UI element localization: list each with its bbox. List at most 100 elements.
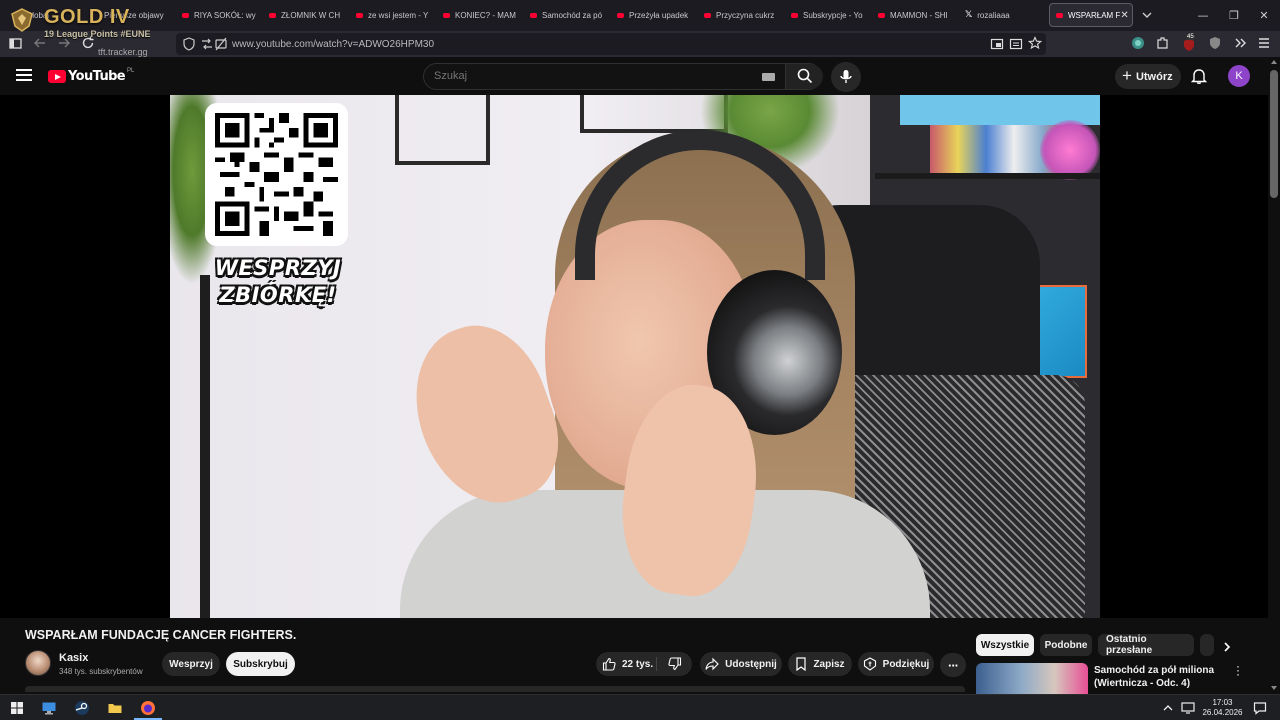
support-button[interactable]: Wesprzyj [162, 652, 220, 676]
channel-avatar[interactable] [25, 650, 51, 676]
tft-rank-overlay: GOLD IV 19 League Points #EUNE tft.track… [6, 2, 176, 60]
youtube-favicon-icon [878, 12, 885, 18]
menu-icon[interactable] [16, 69, 32, 83]
country-code: PL [127, 67, 135, 74]
search-input[interactable] [434, 70, 754, 82]
youtube-favicon-icon [791, 12, 798, 18]
like-button[interactable]: 22 tys. [602, 657, 653, 671]
notifications-bell-icon[interactable] [1190, 67, 1208, 85]
browser-tab[interactable]: Subskrypcje - Yo [785, 3, 869, 27]
permissions-icon[interactable] [200, 37, 214, 51]
this-pc-icon[interactable] [41, 700, 57, 716]
more-actions-icon[interactable]: ··· [940, 653, 966, 677]
share-button[interactable]: Udostępnij [700, 652, 782, 676]
caption-line: WESPRZYJ [214, 256, 342, 280]
close-window-icon[interactable]: ✕ [1256, 7, 1272, 23]
browser-tab[interactable]: 𝕏 rozaliaaa [959, 3, 1043, 27]
notifications-center-icon[interactable] [1252, 700, 1268, 716]
save-button[interactable]: Zapisz [788, 652, 852, 676]
restore-icon[interactable]: ❐ [1226, 7, 1242, 23]
shield-icon[interactable] [182, 37, 196, 51]
ublock-extension-icon[interactable]: 45 [1180, 34, 1198, 51]
minimize-icon[interactable]: — [1195, 7, 1211, 23]
extension-shield-icon[interactable] [1130, 35, 1146, 51]
channel-name[interactable]: Kasix [59, 652, 88, 664]
video-frame[interactable]: WESPRZYJ ZBIÓRKĘ! [170, 95, 1100, 618]
tft-rank-text: GOLD IV [44, 6, 130, 28]
thumbs-up-icon [602, 657, 616, 671]
network-icon[interactable] [1180, 700, 1196, 716]
browser-tab[interactable]: ze wsi jestem - Y [350, 3, 434, 27]
browser-tab[interactable]: ZŁOMNIK W CH [263, 3, 347, 27]
tft-league-points: 19 League Points #EUNE [44, 29, 151, 39]
browser-tab[interactable]: MAMMON - SHI [872, 3, 956, 27]
video-wall-frame [395, 95, 490, 165]
recommendation-menu-icon[interactable]: · · · [1234, 660, 1242, 680]
bookmark-star-icon[interactable] [1028, 36, 1042, 50]
youtube-favicon-icon [530, 12, 537, 18]
chip-recently-uploaded[interactable]: Ostatnio przesłane [1098, 634, 1194, 656]
chevron-right-icon[interactable] [1220, 640, 1234, 654]
recommendation-thumbnail[interactable] [976, 663, 1088, 694]
file-explorer-icon[interactable] [107, 700, 123, 716]
tab-label: Przyczyna cukrz [716, 10, 775, 20]
keyboard-icon[interactable] [762, 73, 775, 81]
close-tab-icon[interactable]: ✕ [1120, 10, 1128, 21]
browser-tab[interactable]: Samochód za pó [524, 3, 608, 27]
thanks-button[interactable]: Podziękuj [858, 652, 934, 676]
browser-tab-strip: Global Pierwsze objawy RIYA SOKÓŁ: wy ZŁ… [0, 0, 1280, 31]
reader-view-icon[interactable] [1009, 37, 1023, 51]
search-button[interactable] [785, 64, 823, 89]
video-lamp [1040, 120, 1100, 180]
tray-chevron-up-icon[interactable] [1160, 700, 1176, 716]
browser-tab[interactable]: Przyczyna cukrz [698, 3, 782, 27]
clock-date: 26.04.2026 [1202, 708, 1243, 717]
scrollbar-thumb[interactable] [1270, 70, 1278, 198]
description-box[interactable] [25, 686, 965, 692]
create-label: Utwórz [1135, 70, 1173, 83]
browser-tab[interactable]: KONIEC? - MAM [437, 3, 521, 27]
tracking-blocked-icon[interactable] [214, 37, 228, 51]
youtube-favicon-icon [704, 12, 711, 18]
subscribe-button[interactable]: Subskrybuj [226, 652, 295, 676]
browser-tab[interactable]: RIYA SOKÓŁ: wy [176, 3, 260, 27]
firefox-icon[interactable] [140, 700, 156, 716]
save-label: Zapisz [813, 658, 845, 670]
gold-rank-emblem-icon [11, 8, 33, 32]
create-button[interactable]: + Utwórz [1115, 64, 1181, 89]
youtube-logo[interactable]: YouTube PL [48, 67, 135, 84]
address-bar[interactable]: www.youtube.com/watch?v=ADWO26HPM30 [176, 33, 1046, 55]
browser-tab-active[interactable]: WSPARŁAM F ✕ [1049, 3, 1133, 27]
tab-label: MAMMON - SHI [890, 10, 948, 20]
voice-search-button[interactable] [831, 62, 861, 92]
share-arrow-icon [705, 657, 719, 671]
chip-related[interactable]: Podobne [1040, 634, 1092, 656]
tab-list-chevron-icon[interactable] [1140, 8, 1154, 22]
extensions-puzzle-icon[interactable] [1155, 35, 1171, 51]
like-dislike-group: 22 tys. [596, 652, 692, 676]
privacy-shield-icon[interactable] [1207, 35, 1223, 51]
picture-in-picture-icon[interactable] [990, 37, 1004, 51]
account-avatar[interactable]: K [1228, 65, 1250, 87]
search-icon [797, 68, 813, 84]
overflow-chevrons-icon[interactable] [1232, 35, 1248, 51]
bookmark-save-icon [796, 657, 807, 671]
tab-label: Przeżyła upadek [629, 10, 689, 20]
qr-code-card [205, 103, 348, 246]
system-clock[interactable]: 17:03 26.04.2026 [1200, 698, 1245, 718]
scroll-up-arrow-icon[interactable] [1271, 60, 1277, 64]
video-title: WSPARŁAM FUNDACJĘ CANCER FIGHTERS. [25, 628, 297, 642]
tab-label: RIYA SOKÓŁ: wy [194, 10, 256, 20]
scroll-down-arrow-icon[interactable] [1271, 686, 1277, 690]
browser-tab[interactable]: Przeżyła upadek [611, 3, 695, 27]
thumbs-down-icon[interactable] [668, 657, 682, 671]
tab-label: ZŁOMNIK W CH [281, 10, 341, 20]
recommendation-title[interactable]: Samochód za pół miliona (Wiertnicza - Od… [1094, 664, 1224, 690]
tab-label: Samochód za pó [542, 10, 603, 20]
chip-all[interactable]: Wszystkie [976, 634, 1034, 656]
tab-label: ze wsi jestem - Y [368, 10, 429, 20]
windows-start-icon[interactable] [9, 700, 25, 716]
app-menu-icon[interactable] [1256, 35, 1272, 51]
steam-icon[interactable] [74, 700, 90, 716]
chip-partial[interactable] [1200, 634, 1214, 656]
